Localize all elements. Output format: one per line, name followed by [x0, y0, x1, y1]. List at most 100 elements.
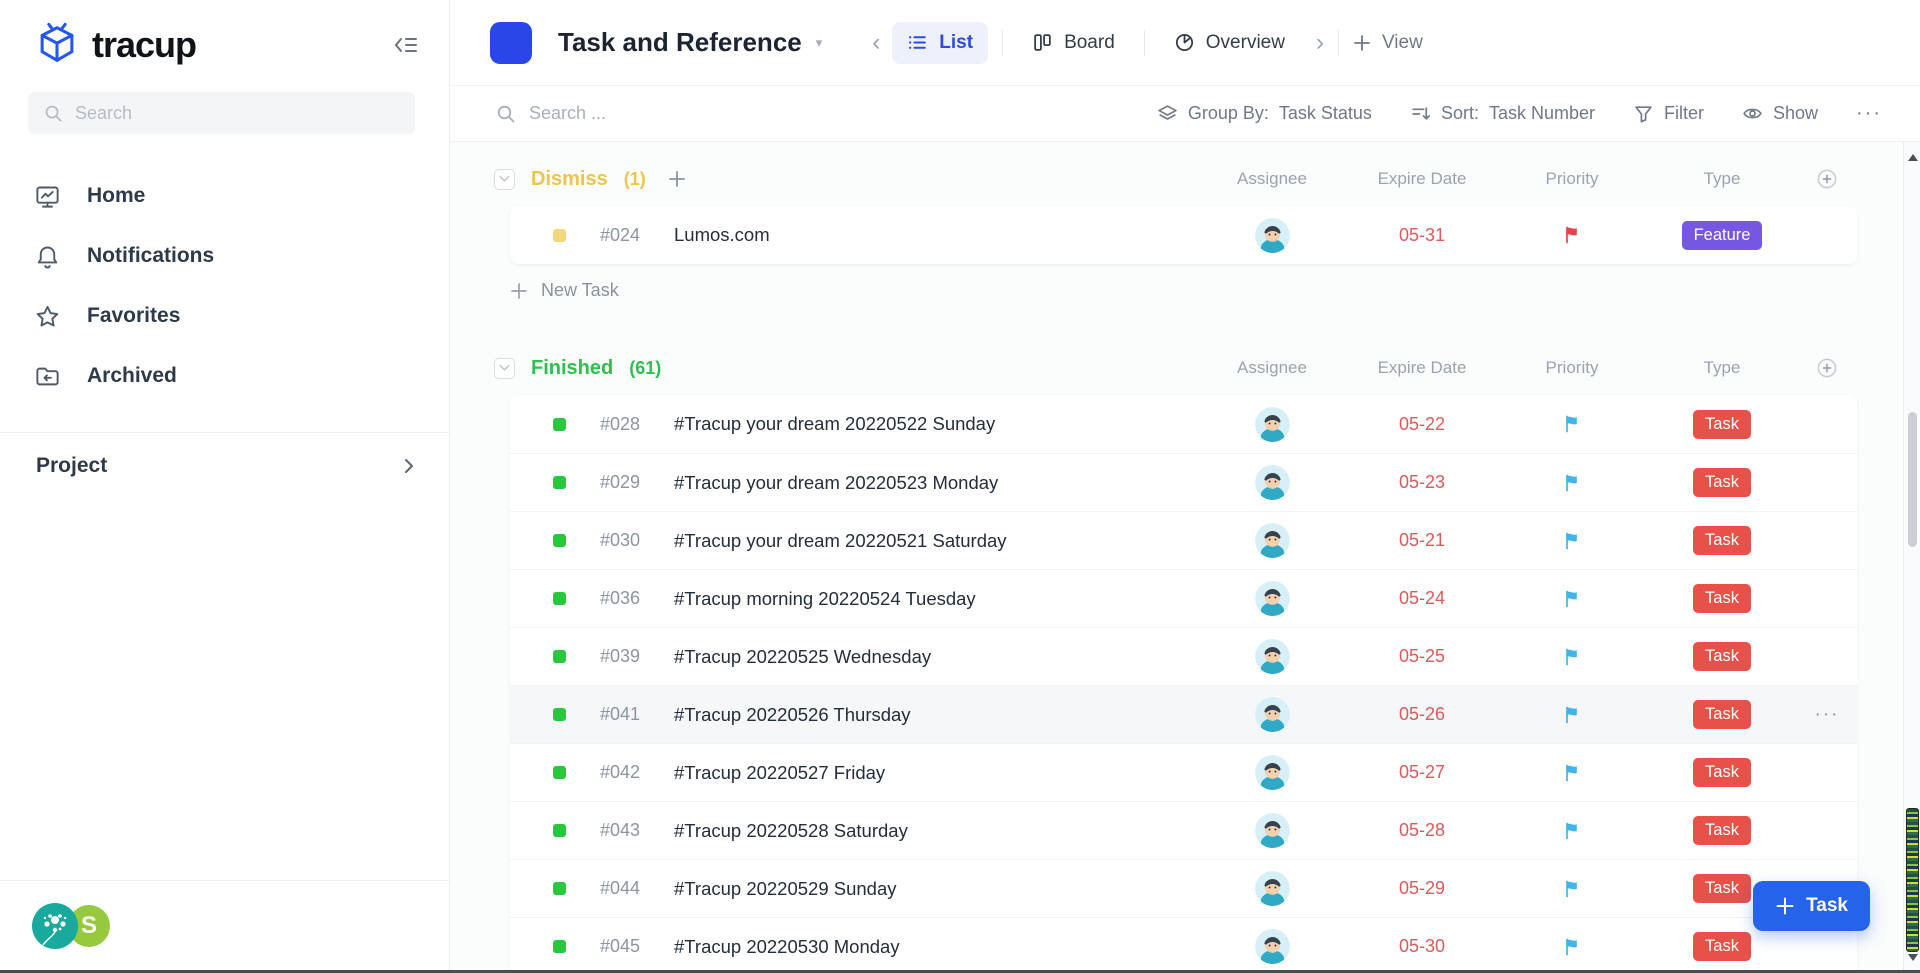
sidebar-search-input[interactable] — [75, 103, 399, 124]
task-status-square[interactable] — [553, 766, 566, 779]
chevron-right-icon[interactable]: › — [1316, 31, 1324, 55]
sidebar-item-favorites[interactable]: Favorites — [0, 286, 449, 346]
task-row[interactable]: #043 #Tracup 20220528 Saturday 05-28 — [510, 801, 1857, 859]
task-row[interactable]: #042 #Tracup 20220527 Friday 05-27 — [510, 743, 1857, 801]
type-badge[interactable]: Task — [1693, 584, 1751, 613]
task-row[interactable]: #039 #Tracup 20220525 Wednesday 05-25 — [510, 627, 1857, 685]
task-title[interactable]: #Tracup 20220530 Monday — [674, 936, 900, 958]
task-title[interactable]: #Tracup morning 20220524 Tuesday — [674, 588, 976, 610]
priority-flag-icon[interactable] — [1562, 647, 1582, 667]
group-by-control[interactable]: Group By: Task Status — [1157, 103, 1372, 124]
table-search[interactable] — [496, 103, 849, 124]
sidebar-item-archived[interactable]: Archived — [0, 346, 449, 406]
task-row[interactable]: #036 #Tracup morning 20220524 Tuesday 05… — [510, 569, 1857, 627]
assignee-avatar[interactable] — [1255, 871, 1290, 906]
task-status-square[interactable] — [553, 418, 566, 431]
add-column-icon[interactable] — [1797, 357, 1857, 379]
scrollbar[interactable] — [1903, 142, 1920, 973]
task-row[interactable]: #024 Lumos.com 05-31 — [510, 206, 1857, 264]
assignee-avatar[interactable] — [1255, 218, 1290, 253]
assignee-avatar[interactable] — [1255, 465, 1290, 500]
group-title[interactable]: Dismiss — [531, 168, 608, 191]
scroll-up-arrow[interactable] — [1908, 154, 1918, 161]
priority-flag-icon[interactable] — [1562, 705, 1582, 725]
group-checkbox-icon[interactable] — [494, 169, 515, 190]
priority-flag-icon[interactable] — [1562, 414, 1582, 434]
assignee-avatar[interactable] — [1255, 407, 1290, 442]
toolbar-more-icon[interactable]: ··· — [1856, 102, 1882, 125]
task-status-square[interactable] — [553, 650, 566, 663]
task-title[interactable]: #Tracup 20220527 Friday — [674, 762, 885, 784]
type-badge[interactable]: Task — [1693, 642, 1751, 671]
type-badge[interactable]: Task — [1693, 526, 1751, 555]
assignee-avatar[interactable] — [1255, 639, 1290, 674]
sidebar-item-project[interactable]: Project — [0, 433, 449, 499]
priority-flag-icon[interactable] — [1562, 531, 1582, 551]
sidebar-item-home[interactable]: Home — [0, 166, 449, 226]
type-badge[interactable]: Task — [1693, 700, 1751, 729]
sidebar-item-notifications[interactable]: Notifications — [0, 226, 449, 286]
priority-flag-icon[interactable] — [1562, 225, 1582, 245]
table-search-input[interactable] — [529, 103, 849, 124]
task-title[interactable]: #Tracup 20220525 Wednesday — [674, 646, 931, 668]
priority-flag-icon[interactable] — [1562, 937, 1582, 957]
assignee-avatar[interactable] — [1255, 581, 1290, 616]
type-badge[interactable]: Feature — [1682, 221, 1763, 250]
assignee-avatar[interactable] — [1255, 523, 1290, 558]
task-status-square[interactable] — [553, 229, 566, 242]
assignee-avatar[interactable] — [1255, 813, 1290, 848]
type-badge[interactable]: Task — [1693, 468, 1751, 497]
type-badge[interactable]: Task — [1693, 758, 1751, 787]
type-badge[interactable]: Task — [1693, 932, 1751, 961]
tab-overview[interactable]: Overview — [1159, 22, 1300, 64]
caret-down-icon[interactable]: ▾ — [816, 35, 823, 51]
task-title[interactable]: #Tracup your dream 20220522 Sunday — [674, 413, 995, 435]
new-task-button[interactable]: New Task — [510, 280, 1857, 301]
task-title[interactable]: #Tracup 20220529 Sunday — [674, 878, 897, 900]
tab-list[interactable]: List — [892, 22, 988, 64]
task-title[interactable]: Lumos.com — [674, 224, 770, 246]
group-checkbox-icon[interactable] — [494, 358, 515, 379]
task-row[interactable]: #045 #Tracup 20220530 Monday 05-30 — [510, 917, 1857, 973]
assignee-avatar[interactable] — [1255, 697, 1290, 732]
row-more-icon[interactable]: ··· — [1815, 704, 1840, 726]
task-status-square[interactable] — [553, 882, 566, 895]
scrollbar-thumb[interactable] — [1908, 412, 1917, 547]
chevron-left-icon[interactable]: ‹ — [872, 31, 880, 55]
task-row[interactable]: #030 #Tracup your dream 20220521 Saturda… — [510, 511, 1857, 569]
group-title[interactable]: Finished — [531, 357, 613, 380]
priority-flag-icon[interactable] — [1562, 879, 1582, 899]
task-row[interactable]: #028 #Tracup your dream 20220522 Sunday … — [510, 395, 1857, 453]
type-badge[interactable]: Task — [1693, 874, 1751, 903]
add-view-button[interactable]: View — [1353, 32, 1423, 54]
priority-flag-icon[interactable] — [1562, 821, 1582, 841]
task-title[interactable]: #Tracup 20220528 Saturday — [674, 820, 908, 842]
filter-control[interactable]: Filter — [1633, 103, 1704, 124]
task-title[interactable]: #Tracup your dream 20220523 Monday — [674, 472, 998, 494]
task-status-square[interactable] — [553, 940, 566, 953]
task-status-square[interactable] — [553, 708, 566, 721]
task-row[interactable]: #041 #Tracup 20220526 Thursday 05-26 — [510, 685, 1857, 743]
group-add-task-icon[interactable] — [668, 170, 686, 188]
show-control[interactable]: Show — [1742, 103, 1818, 124]
task-row[interactable]: #044 #Tracup 20220529 Sunday 05-29 — [510, 859, 1857, 917]
priority-flag-icon[interactable] — [1562, 763, 1582, 783]
priority-flag-icon[interactable] — [1562, 589, 1582, 609]
task-status-square[interactable] — [553, 534, 566, 547]
task-status-square[interactable] — [553, 592, 566, 605]
tab-board[interactable]: Board — [1017, 22, 1130, 64]
type-badge[interactable]: Task — [1693, 410, 1751, 439]
add-task-button[interactable]: Task — [1753, 881, 1870, 931]
type-badge[interactable]: Task — [1693, 816, 1751, 845]
workspace-avatar-icon[interactable] — [32, 903, 78, 949]
scroll-down-arrow[interactable] — [1908, 954, 1918, 961]
task-title[interactable]: #Tracup your dream 20220521 Saturday — [674, 530, 1007, 552]
add-column-icon[interactable] — [1797, 168, 1857, 190]
task-title[interactable]: #Tracup 20220526 Thursday — [674, 704, 911, 726]
task-status-square[interactable] — [553, 476, 566, 489]
task-row[interactable]: #029 #Tracup your dream 20220523 Monday … — [510, 453, 1857, 511]
assignee-avatar[interactable] — [1255, 929, 1290, 964]
scrollbar-striped-thumb[interactable] — [1906, 808, 1919, 952]
project-color-icon[interactable] — [490, 22, 532, 64]
sort-control[interactable]: Sort: Task Number — [1410, 103, 1595, 124]
